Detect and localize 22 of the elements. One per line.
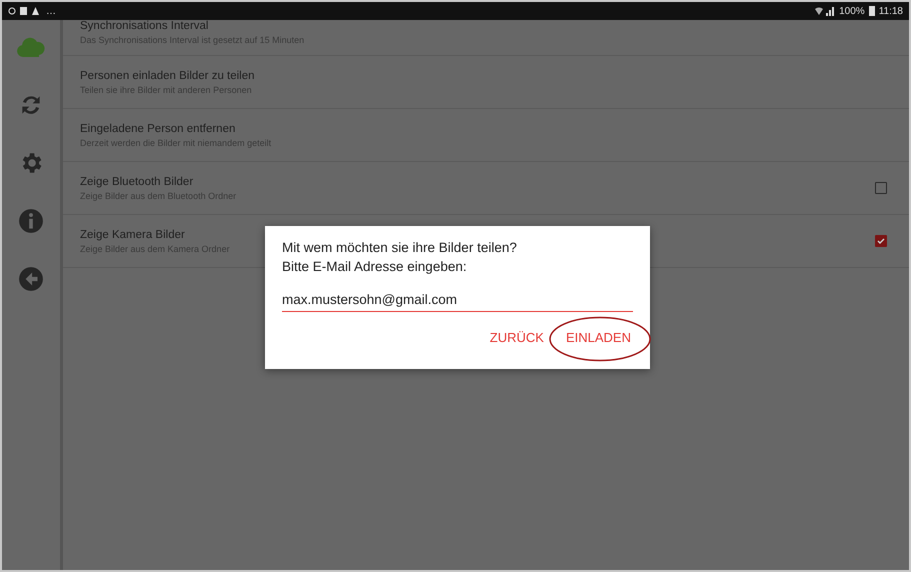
info-icon bbox=[18, 208, 44, 234]
checkbox[interactable] bbox=[875, 182, 887, 194]
checkmark-icon bbox=[877, 238, 885, 244]
wifi-signal-icon bbox=[815, 6, 836, 16]
setting-title: Synchronisations Interval bbox=[80, 20, 208, 32]
notification-overflow: … bbox=[46, 6, 56, 16]
clock-time: 11:18 bbox=[878, 6, 903, 16]
setting-title: Eingeladene Person entfernen bbox=[80, 122, 236, 134]
setting-title: Zeige Bluetooth Bilder bbox=[80, 176, 194, 188]
cloud-icon bbox=[17, 37, 45, 57]
dialog-button[interactable]: ZURÜCK bbox=[488, 328, 546, 347]
checkbox[interactable] bbox=[875, 235, 887, 247]
sidebar-item[interactable] bbox=[16, 206, 46, 236]
sidebar-item[interactable] bbox=[16, 264, 46, 294]
setting-title: Zeige Kamera Bilder bbox=[80, 228, 185, 240]
setting-title: Personen einladen Bilder zu teilen bbox=[80, 70, 255, 82]
notification-icons bbox=[8, 6, 42, 16]
dialog-message: Bitte E-Mail Adresse eingeben: bbox=[282, 259, 468, 274]
battery-icon bbox=[868, 6, 875, 16]
email-input-field[interactable]: max.mustersohn@gmail.com bbox=[282, 292, 633, 312]
battery-percentage: 100% bbox=[839, 6, 865, 16]
dialog-title: Mit wem möchten sie ihre Bilder teilen? bbox=[282, 240, 518, 255]
